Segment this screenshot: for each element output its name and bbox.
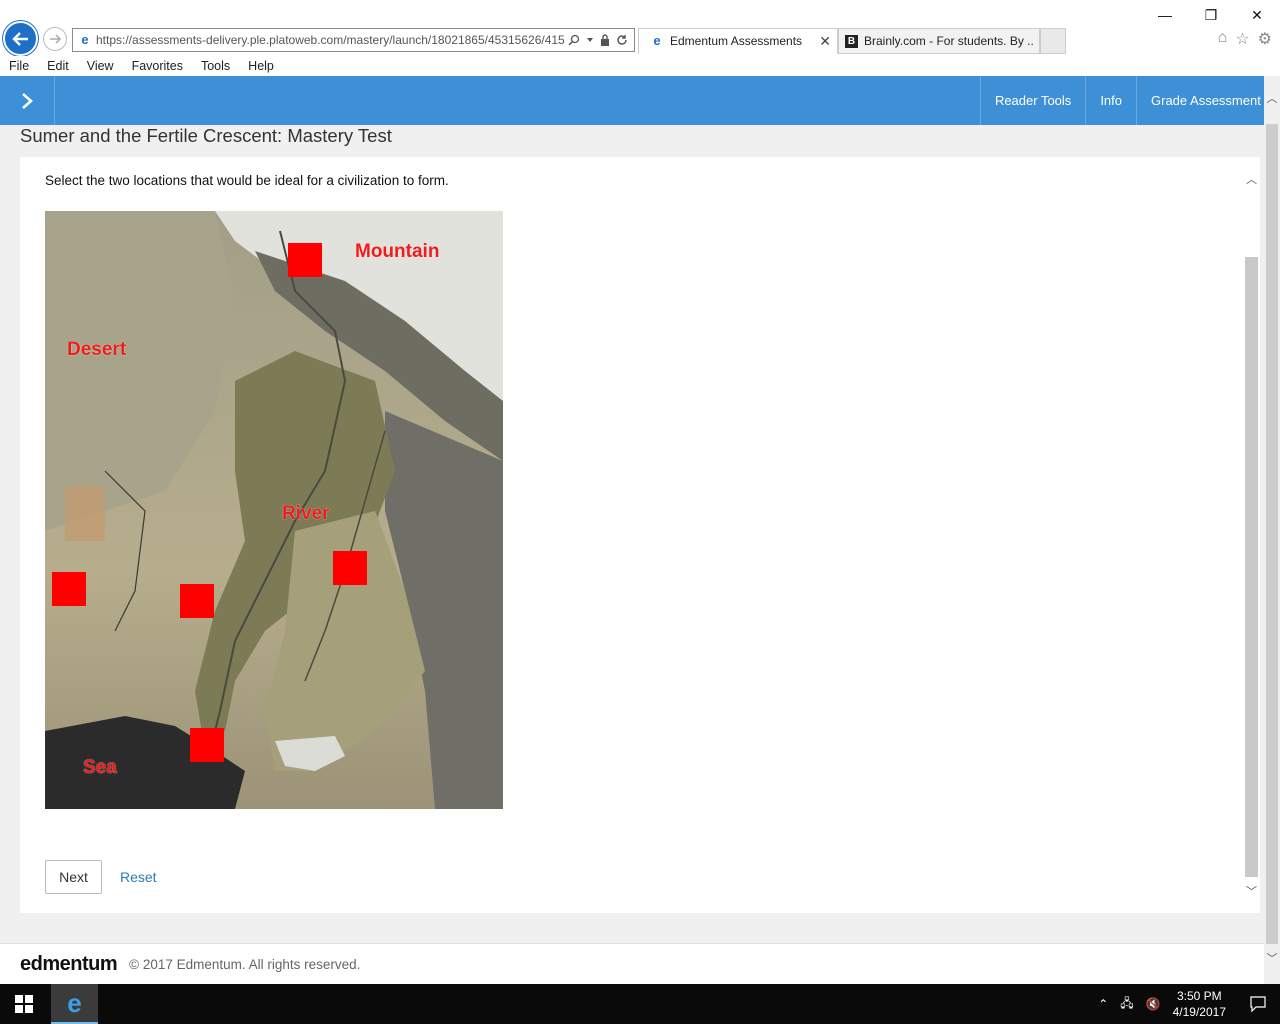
map-label-mountain: Mountain [355,241,440,262]
system-tray: ⌃ 🖧 🔇 3:50 PM 4/19/2017 [1098,984,1226,1024]
tab-brainly[interactable]: B Brainly.com - For students. By ... [838,28,1040,54]
chevron-right-icon [22,92,33,109]
copyright-text: © 2017 Edmentum. All rights reserved. [129,956,361,972]
expand-menu-button[interactable] [0,76,55,125]
forward-button[interactable] [43,27,67,51]
hotspot-desert-west[interactable] [52,572,86,606]
refresh-icon[interactable] [616,34,628,46]
map-image: Mountain Desert River Sea [45,211,503,809]
scrollbar-thumb[interactable] [1245,257,1258,877]
reader-tools-button[interactable]: Reader Tools [979,76,1085,125]
app-header: Reader Tools Info Grade Assessment [0,76,1264,125]
clock[interactable]: 3:50 PM 4/19/2017 [1173,988,1226,1020]
lock-icon[interactable] [600,34,610,46]
gear-icon[interactable]: ⚙ [1258,29,1272,49]
menu-favorites[interactable]: Favorites [123,59,192,73]
reset-link[interactable]: Reset [120,869,157,885]
question-card: Select the two locations that would be i… [20,157,1243,913]
chevron-down-icon[interactable]: ﹀ [1243,883,1260,899]
arrow-left-icon [11,31,28,46]
restore-button[interactable]: ❐ [1188,4,1234,26]
url-text[interactable]: https://assessments-delivery.ple.platowe… [92,33,568,47]
edmentum-logo: edmentum [20,952,118,975]
tab-label: Edmentum Assessments [670,34,803,48]
search-icon[interactable] [568,34,580,46]
menu-view[interactable]: View [78,59,123,73]
hotspot-mountain[interactable] [288,243,322,277]
browser-titlebar: e https://assessments-delivery.ple.plato… [0,0,1280,56]
clock-date: 4/19/2017 [1172,1005,1226,1019]
map-label-sea: Sea [83,757,117,778]
chevron-up-icon[interactable]: ︿ [1264,90,1280,106]
volume-muted-icon[interactable]: 🔇 [1146,997,1161,1011]
address-bar[interactable]: e https://assessments-delivery.ple.plato… [72,28,635,52]
menu-tools[interactable]: Tools [192,59,239,73]
page-footer: edmentum © 2017 Edmentum. All rights res… [0,943,1264,984]
question-prompt: Select the two locations that would be i… [45,173,449,188]
chevron-up-icon[interactable]: ︿ [1243,171,1260,187]
home-icon[interactable]: ⌂ [1218,29,1228,49]
menu-help[interactable]: Help [239,59,283,73]
back-button[interactable] [3,21,38,56]
hotspot-coast[interactable] [190,728,224,762]
windows-logo-icon [15,995,33,1013]
new-tab-button[interactable] [1040,28,1066,54]
arrow-right-icon [50,34,62,44]
tab-edmentum[interactable]: e Edmentum Assessments ✕ [638,28,838,54]
clock-time: 3:50 PM [1176,989,1222,1003]
content-scrollbar[interactable]: ︿ ﹀ [1243,157,1260,913]
windows-taskbar: e ⌃ 🖧 🔇 3:50 PM 4/19/2017 [0,984,1280,1024]
minimize-button[interactable]: — [1142,4,1188,26]
next-button[interactable]: Next [45,860,102,894]
scrollbar-thumb[interactable] [1266,124,1278,944]
menu-bar: File Edit View Favorites Tools Help [0,56,1280,76]
close-window-button[interactable]: ✕ [1234,4,1280,26]
tab-label: Brainly.com - For students. By ... [864,34,1033,48]
hotspot-river-east[interactable] [333,551,367,585]
network-icon[interactable]: 🖧 [1120,994,1133,1015]
menu-edit[interactable]: Edit [38,59,78,73]
chevron-down-icon[interactable]: ﹀ [1264,950,1280,966]
ie-page-icon: e [653,33,661,48]
hotspot-river-west[interactable] [180,584,214,618]
menu-file[interactable]: File [0,59,38,73]
info-button[interactable]: Info [1085,76,1136,125]
map-label-river: River [282,503,330,524]
grade-assessment-button[interactable]: Grade Assessment [1136,76,1264,125]
page-scrollbar[interactable]: ︿ ﹀ [1264,76,1280,984]
map-label-desert: Desert [67,339,127,360]
chevron-down-icon[interactable] [586,36,594,44]
internet-explorer-taskbar-icon[interactable]: e [51,984,98,1024]
page-title: Sumer and the Fertile Crescent: Mastery … [20,125,392,146]
satellite-map-graphic [45,211,503,809]
notification-icon[interactable] [1236,984,1280,1024]
start-button[interactable] [0,984,48,1024]
brainly-favicon-icon: B [845,34,858,48]
ie-page-icon: e [81,32,89,47]
star-icon[interactable]: ☆ [1235,29,1249,49]
chevron-up-icon[interactable]: ⌃ [1098,997,1108,1011]
close-icon[interactable]: ✕ [819,33,831,50]
